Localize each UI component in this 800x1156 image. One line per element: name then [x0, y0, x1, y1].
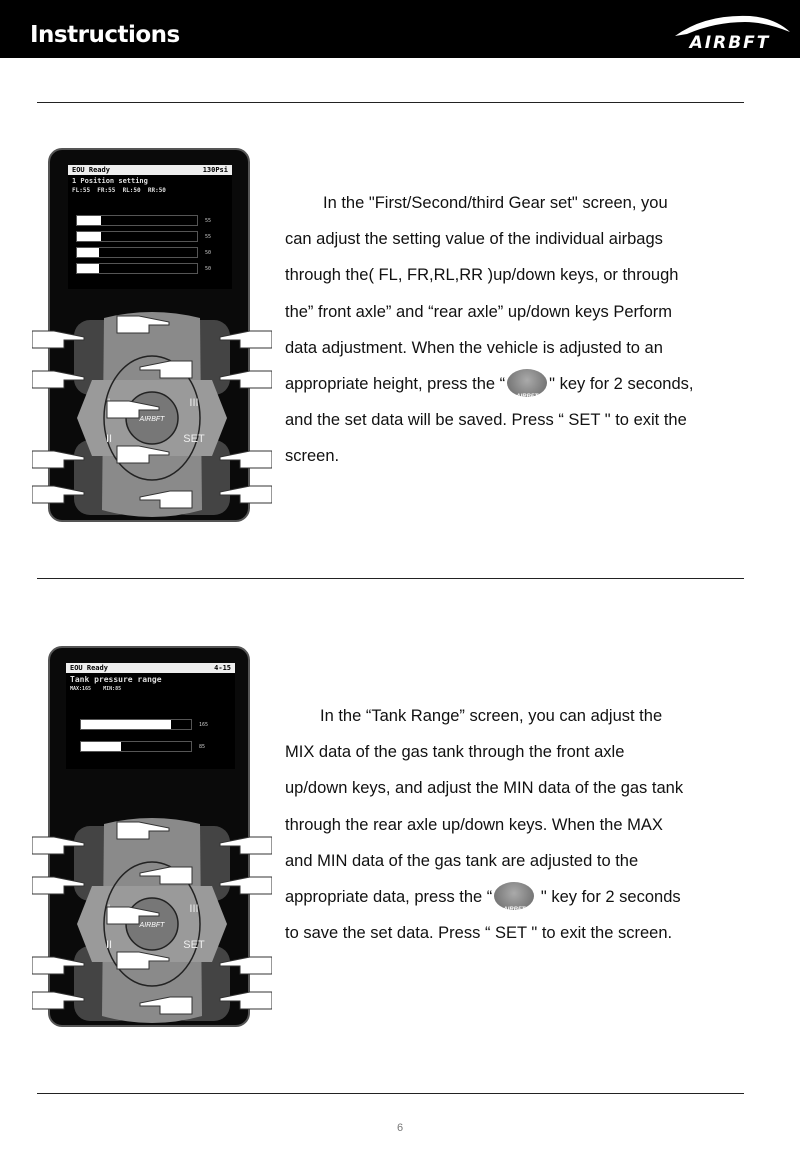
screen-heading: Tank pressure range [70, 675, 162, 684]
divider [37, 102, 744, 103]
airbft-key-icon: AIRBFT [494, 881, 535, 913]
airbft-logo: AIRBFT [675, 15, 790, 53]
text-segment: " key for 2 seconds [536, 887, 681, 906]
screen-bar-value: 85 [199, 744, 206, 750]
page-number: 6 [396, 1122, 404, 1134]
text-line: In the "First/Second/third Gear set" scr… [323, 194, 668, 212]
page-header: Instructions AIRBFT [0, 0, 800, 58]
text-line: appropriate height, press the “ AIRBFT " k… [285, 366, 693, 402]
keypad-label-set[interactable]: SET [183, 939, 205, 951]
screen-bar-value: 55 [205, 218, 212, 224]
key-icon-logo: AIRBFT [516, 393, 539, 400]
keypad-label-key3[interactable]: III [189, 903, 198, 915]
text-line: through the( FL, FR,RL,RR )up/down keys,… [285, 266, 679, 285]
divider [37, 1093, 744, 1094]
screen-status: EOU Ready [70, 664, 108, 672]
svg-text:AIRBFT: AIRBFT [688, 33, 771, 53]
screen-bar [76, 263, 198, 274]
screen-bar-fill [77, 216, 101, 225]
screen-bar [76, 215, 198, 226]
text-line: data adjustment. When the vehicle is adj… [285, 338, 663, 357]
text-line: MIX data of the gas tank through the fro… [285, 743, 625, 762]
screen-pressure: 130Psi [202, 166, 228, 174]
divider [37, 578, 744, 579]
screen-bar-fill [77, 248, 99, 257]
page-title: Instructions [30, 22, 180, 48]
keypad[interactable]: AIRBFTIIIIIISET [32, 816, 272, 1031]
controller-device-tank-range: EOU Ready 4-15 Tank pressure range MAX:16… [32, 646, 272, 1027]
screen-bar-fill [77, 264, 99, 273]
screen-values: MAX:165 MIN:85 [70, 686, 122, 692]
key-icon-logo: AIRBFT [503, 906, 526, 913]
screen-code: 4-15 [214, 664, 231, 672]
screen-bar-value: 50 [205, 250, 212, 256]
airbft-key-icon: AIRBFT [507, 368, 548, 400]
screen-bar-fill [81, 720, 172, 729]
keypad-label-key3[interactable]: III [189, 397, 198, 409]
screen-status: EOU Ready [72, 166, 110, 174]
text-line: In the “Tank Range” screen, you can adju… [320, 707, 663, 725]
controller-device-gear-set: EOU Ready 130Psi 1 Position setting FL:55… [32, 148, 272, 522]
screen-bar-fill [77, 232, 101, 241]
keypad-label-key2[interactable]: II [106, 433, 112, 445]
text-segment: appropriate data, press the “ [285, 887, 493, 906]
text-line: can adjust the setting value of the indi… [285, 230, 663, 249]
device-screen: EOU Ready 130Psi 1 Position setting FL:55… [68, 165, 232, 289]
screen-bar-value: 50 [205, 266, 212, 272]
device-screen: EOU Ready 4-15 Tank pressure range MAX:16… [66, 663, 235, 769]
text-segment: appropriate height, press the “ [285, 374, 506, 393]
text-line: through the rear axle up/down keys. When… [285, 815, 663, 834]
text-line: and MIN data of the gas tank are adjuste… [285, 851, 639, 870]
screen-values: FL:55 FR:55 RL:50 RR:50 [72, 187, 166, 194]
screen-bar-fill [81, 742, 121, 751]
instruction-paragraph-tank-range: In the “Tank Range” screen, you can adju… [285, 698, 683, 951]
text-line: screen. [285, 447, 340, 466]
screen-bar-value: 55 [205, 234, 212, 240]
instruction-paragraph-gear-set: In the "First/Second/third Gear set" scr… [285, 185, 693, 475]
text-line: and the set data will be saved. Press “ … [285, 411, 687, 430]
screen-bar [80, 741, 192, 752]
text-line: up/down keys, and adjust the MIN data of… [285, 779, 684, 798]
keypad[interactable]: AIRBFTIIIIIISET [32, 310, 272, 525]
screen-bar [76, 247, 198, 258]
screen-bar [80, 719, 192, 730]
screen-bar [76, 231, 198, 242]
text-line: to save the set data. Press “ SET " to e… [285, 924, 673, 943]
screen-bar-value: 165 [199, 722, 209, 728]
text-line: the” front axle” and “rear axle” up/down… [285, 302, 673, 321]
text-segment: " key for 2 seconds, [549, 374, 694, 393]
keypad-label-set[interactable]: SET [183, 433, 205, 445]
svg-text:AIRBFT: AIRBFT [139, 922, 166, 929]
screen-heading: 1 Position setting [72, 177, 148, 185]
text-line: appropriate data, press the “ AIRBFT " ke… [285, 879, 683, 915]
keypad-label-key2[interactable]: II [106, 939, 112, 951]
svg-text:AIRBFT: AIRBFT [139, 416, 166, 423]
